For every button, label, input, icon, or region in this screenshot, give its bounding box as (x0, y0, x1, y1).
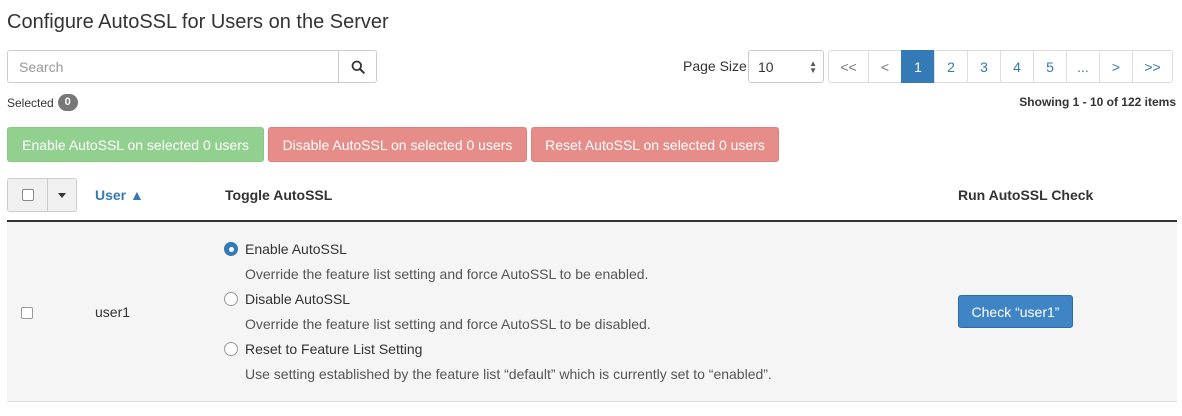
column-header-toggle: Toggle AutoSSL (225, 187, 333, 203)
radio-reset-feature-list[interactable]: Reset to Feature List Setting (224, 341, 422, 357)
search-input[interactable] (7, 50, 338, 83)
search-group (7, 50, 377, 83)
radio-disable-autossl[interactable]: Disable AutoSSL (224, 291, 350, 307)
page-size-label: Page Size (683, 58, 747, 74)
pagination: << < 1 2 3 4 5 ... > >> (828, 50, 1173, 83)
radio-label: Enable AutoSSL (245, 241, 347, 257)
column-header-user[interactable]: User ▲ (95, 187, 144, 203)
radio-label: Disable AutoSSL (245, 291, 351, 307)
check-user-button[interactable]: Check “user1” (958, 295, 1073, 328)
page-last[interactable]: >> (1132, 50, 1173, 83)
showing-count: Showing 1 - 10 of 122 items (1019, 95, 1176, 109)
reset-selected-button[interactable]: Reset AutoSSL on selected 0 users (531, 127, 779, 162)
row-checkbox[interactable] (21, 307, 33, 319)
page-next[interactable]: > (1099, 50, 1133, 83)
page-size-value: 10 (758, 58, 774, 75)
page-size-select[interactable]: 10 ▲ ▼ (748, 50, 824, 83)
page-4[interactable]: 4 (1000, 50, 1034, 83)
column-header-run-check: Run AutoSSL Check (958, 187, 1094, 203)
select-menu-toggle[interactable] (48, 179, 76, 211)
page-5[interactable]: 5 (1033, 50, 1067, 83)
search-icon (351, 60, 365, 74)
selected-label: Selected (7, 95, 54, 110)
selected-indicator: Selected 0 (7, 94, 78, 111)
radio-indicator (224, 292, 238, 306)
select-arrows-icon: ▲ ▼ (809, 59, 817, 75)
radio-indicator (224, 242, 238, 256)
radio-enable-autossl[interactable]: Enable AutoSSL (224, 241, 347, 257)
radio-description: Use setting established by the feature l… (245, 366, 772, 382)
page-3[interactable]: 3 (967, 50, 1001, 83)
radio-description: Override the feature list setting and fo… (245, 316, 651, 332)
page-prev[interactable]: < (868, 50, 902, 83)
page-2[interactable]: 2 (934, 50, 968, 83)
radio-label: Reset to Feature List Setting (245, 341, 423, 357)
disable-selected-button[interactable]: Disable AutoSSL on selected 0 users (268, 127, 527, 162)
enable-selected-button[interactable]: Enable AutoSSL on selected 0 users (7, 127, 264, 162)
page-title: Configure AutoSSL for Users on the Serve… (7, 11, 389, 33)
page-ellipsis[interactable]: ... (1066, 50, 1100, 83)
radio-indicator (224, 342, 238, 356)
checkbox-box (21, 189, 34, 201)
select-all-control (7, 178, 77, 212)
select-all-checkbox[interactable] (8, 179, 48, 211)
caret-down-icon (58, 192, 66, 198)
row-username: user1 (95, 304, 131, 320)
search-button[interactable] (338, 50, 377, 83)
page-first[interactable]: << (828, 50, 869, 83)
selected-count-badge: 0 (57, 94, 78, 111)
radio-description: Override the feature list setting and fo… (245, 266, 649, 282)
page-1[interactable]: 1 (901, 50, 935, 83)
